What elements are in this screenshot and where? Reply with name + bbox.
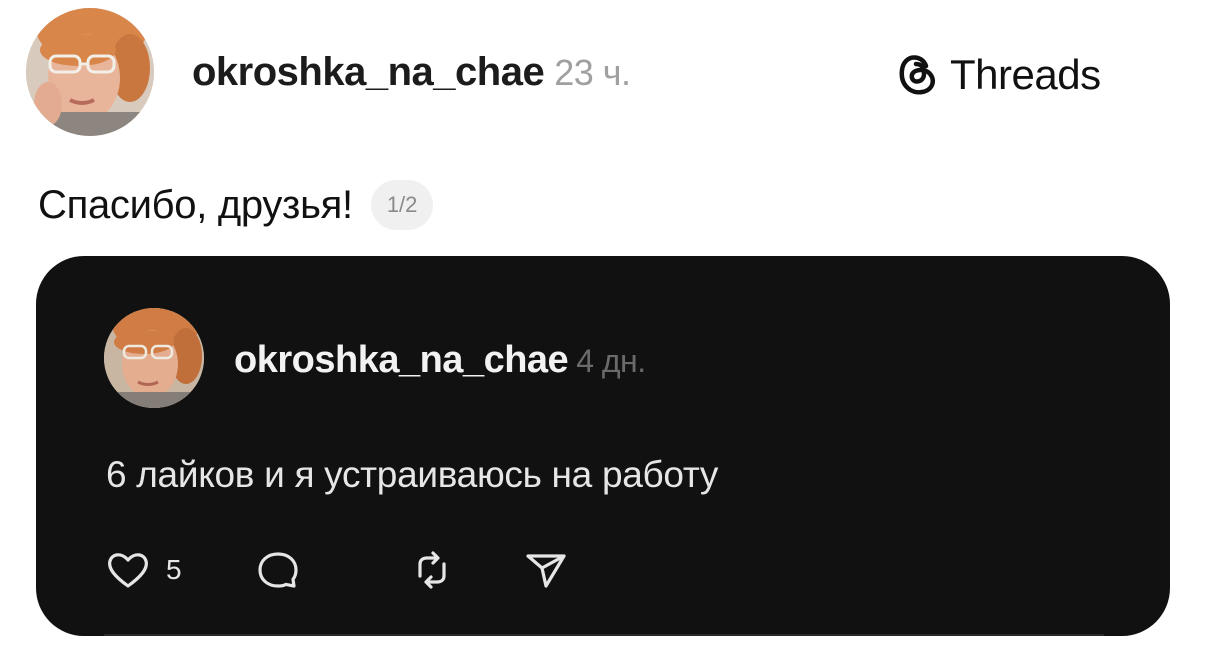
embedded-post-time: 4 дн. — [576, 343, 646, 379]
like-count: 5 — [166, 554, 182, 585]
page: okroshka_na_chae 23 ч. Threads Спасибо, д… — [0, 0, 1206, 663]
share-icon[interactable] — [524, 550, 568, 595]
embedded-author-avatar[interactable] — [104, 308, 204, 408]
threads-brand: Threads — [892, 46, 1101, 103]
brand-name: Threads — [950, 50, 1101, 98]
embedded-author-name[interactable]: okroshka_na_chae — [234, 339, 569, 381]
post-caption-row: Спасибо, друзья! 1/2 — [38, 180, 434, 230]
threads-logo-icon — [892, 46, 940, 103]
carousel-counter: 1/2 — [370, 180, 434, 230]
post-caption: Спасибо, друзья! — [38, 182, 353, 227]
repost-icon[interactable] — [410, 550, 454, 595]
heart-icon[interactable] — [106, 550, 150, 595]
comment-icon[interactable] — [256, 550, 300, 595]
post-header: okroshka_na_chae 23 ч. — [192, 48, 631, 97]
author-avatar[interactable] — [26, 8, 154, 136]
post-time: 23 ч. — [554, 52, 631, 93]
embedded-post-card: okroshka_na_chae 4 дн. 6 лайков и я устра… — [36, 256, 1170, 636]
embedded-post-text: 6 лайков и я устраиваюсь на работу — [106, 454, 719, 495]
embedded-post-header: okroshka_na_chae 4 дн. — [234, 340, 646, 381]
author-name[interactable]: okroshka_na_chae — [192, 50, 545, 94]
embedded-post-actions: 5 — [106, 550, 566, 590]
divider — [104, 634, 1104, 636]
